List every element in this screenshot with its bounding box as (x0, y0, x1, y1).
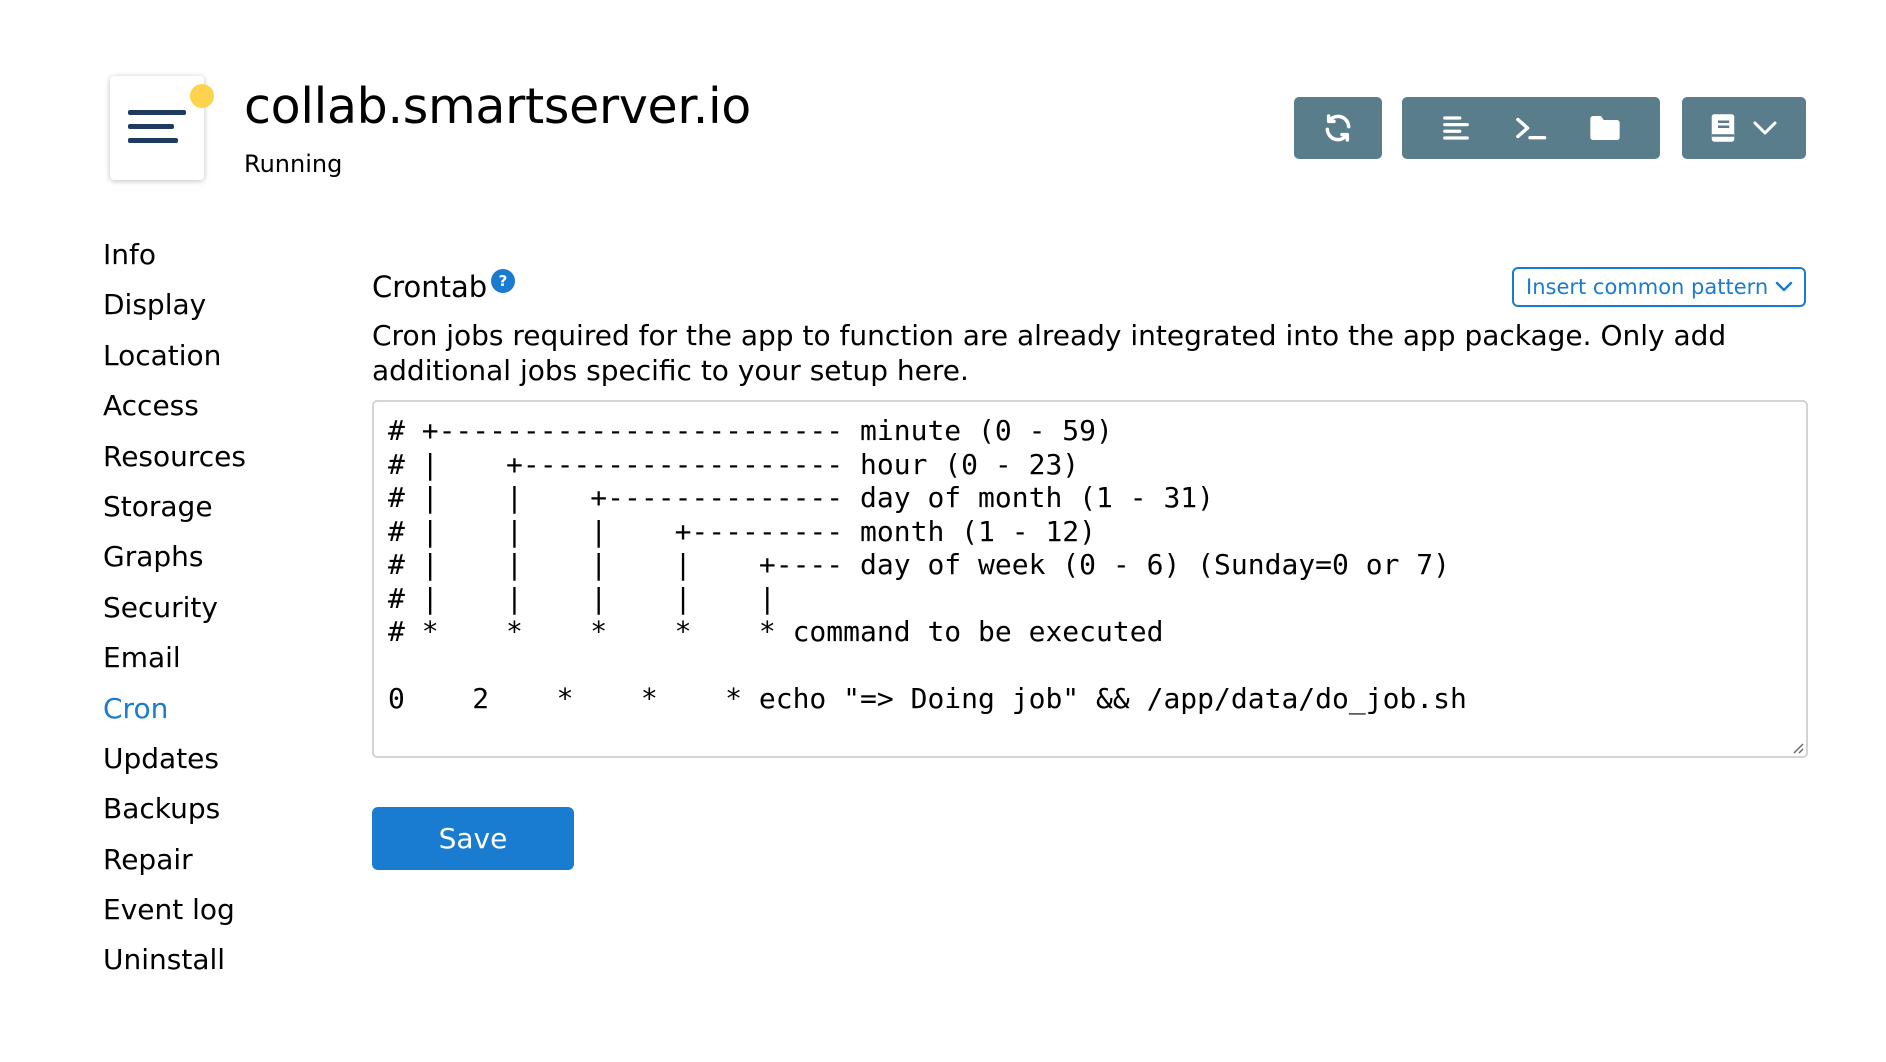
app-title: collab.smartserver.io (244, 78, 751, 135)
logs-icon (1443, 116, 1469, 140)
sidebar-item-display[interactable]: Display (103, 280, 246, 330)
sidebar-item-event-log[interactable]: Event log (103, 885, 246, 935)
sidebar-item-info[interactable]: Info (103, 230, 246, 280)
status-indicator (190, 84, 214, 108)
sidebar-item-resources[interactable]: Resources (103, 432, 246, 482)
description: Cron jobs required for the app to functi… (372, 319, 1727, 387)
terminal-icon (1516, 117, 1547, 140)
sidebar-item-email[interactable]: Email (103, 633, 246, 683)
logs-button[interactable] (1441, 113, 1471, 143)
app-icon-line (128, 124, 174, 129)
refresh-icon (1325, 114, 1351, 142)
terminal-button[interactable] (1513, 113, 1547, 143)
app-icon-line (128, 138, 178, 143)
section-title: Crontab (372, 270, 488, 304)
sidebar-item-security[interactable]: Security (103, 583, 246, 633)
resize-handle-icon[interactable] (1790, 740, 1804, 754)
sidebar-item-repair[interactable]: Repair (103, 835, 246, 885)
save-button[interactable]: Save (372, 807, 574, 870)
sidebar-item-uninstall[interactable]: Uninstall (103, 935, 246, 985)
insert-pattern-label: Insert common pattern (1526, 275, 1769, 299)
insert-pattern-dropdown[interactable]: Insert common pattern (1512, 267, 1806, 307)
sidebar-item-storage[interactable]: Storage (103, 482, 246, 532)
restart-button[interactable] (1294, 97, 1382, 159)
sidebar-item-updates[interactable]: Updates (103, 734, 246, 784)
chevron-down-icon (1753, 121, 1777, 135)
sidebar-nav: Info Display Location Access Resources S… (103, 230, 246, 986)
sidebar-item-access[interactable]: Access (103, 381, 246, 431)
sidebar-item-location[interactable]: Location (103, 331, 246, 381)
app-actions-group (1402, 97, 1660, 159)
chevron-down-icon (1775, 281, 1793, 292)
docs-dropdown-button[interactable] (1682, 97, 1806, 159)
crontab-content[interactable]: # +------------------------ minute (0 - … (388, 414, 1792, 716)
sidebar-item-graphs[interactable]: Graphs (103, 532, 246, 582)
book-icon (1711, 114, 1735, 142)
folder-icon (1590, 116, 1620, 140)
files-button[interactable] (1589, 114, 1621, 142)
crontab-textarea[interactable]: # +------------------------ minute (0 - … (372, 400, 1808, 758)
help-icon[interactable]: ? (491, 269, 515, 293)
app-icon-line (128, 110, 186, 115)
app-status: Running (244, 150, 343, 178)
sidebar-item-cron[interactable]: Cron (103, 684, 246, 734)
sidebar-item-backups[interactable]: Backups (103, 784, 246, 834)
